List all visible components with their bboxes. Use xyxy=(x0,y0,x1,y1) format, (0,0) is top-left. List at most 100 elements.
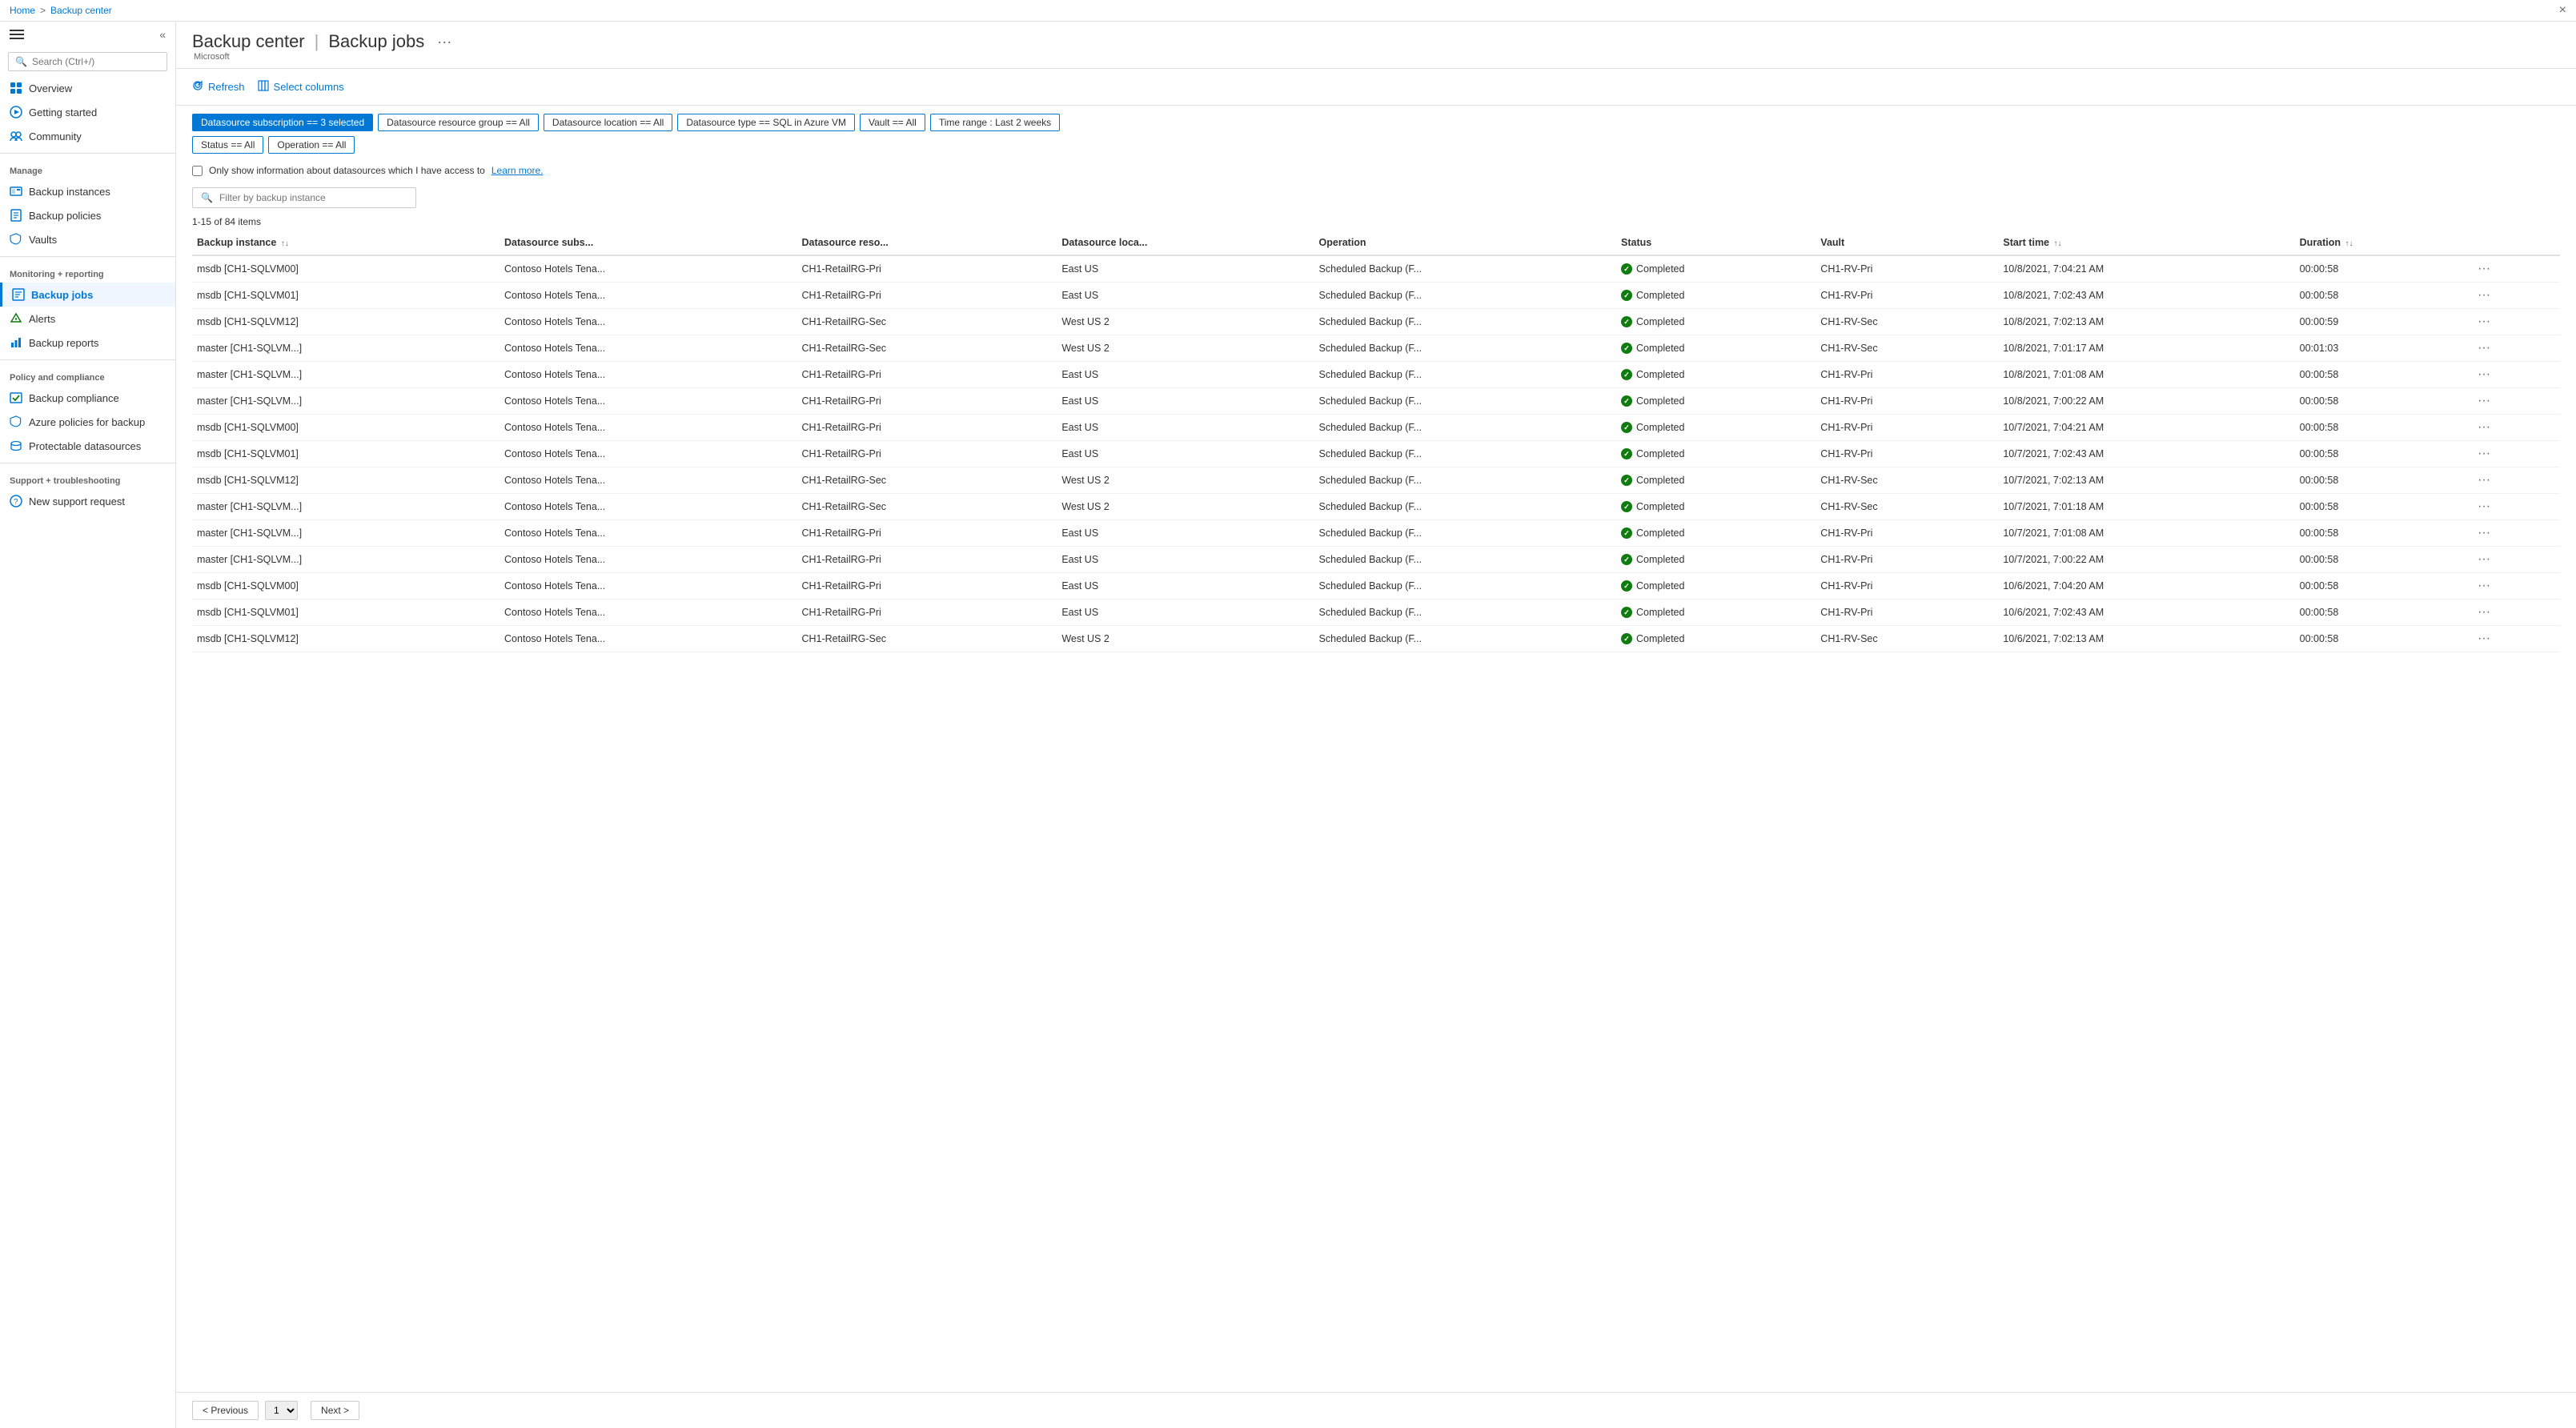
cell-more-12[interactable]: ··· xyxy=(2468,573,2560,600)
sidebar-item-new-support[interactable]: ? New support request xyxy=(0,489,175,513)
cell-operation-2: Scheduled Backup (F... xyxy=(1314,309,1616,335)
page-more-button[interactable]: ··· xyxy=(437,34,451,50)
row-more-options-12[interactable]: ··· xyxy=(2473,577,2495,594)
row-more-options-8[interactable]: ··· xyxy=(2473,471,2495,488)
breadcrumb-home[interactable]: Home xyxy=(10,5,35,16)
status-dot-13 xyxy=(1621,607,1632,618)
cell-operation-12: Scheduled Backup (F... xyxy=(1314,573,1616,600)
row-more-options-5[interactable]: ··· xyxy=(2473,392,2495,409)
row-more-options-14[interactable]: ··· xyxy=(2473,630,2495,647)
close-button[interactable]: × xyxy=(2559,3,2566,18)
collapse-sidebar-button[interactable]: « xyxy=(159,28,166,41)
filter-tag-4[interactable]: Vault == All xyxy=(860,114,925,131)
status-label-14: Completed xyxy=(1636,633,1684,644)
col-header-operation[interactable]: Operation xyxy=(1314,231,1616,255)
row-more-options-2[interactable]: ··· xyxy=(2473,313,2495,330)
breadcrumb-current[interactable]: Backup center xyxy=(50,5,112,16)
overview-icon xyxy=(10,82,22,94)
row-more-options-6[interactable]: ··· xyxy=(2473,419,2495,435)
cell-more-4[interactable]: ··· xyxy=(2468,362,2560,388)
cell-instance-2: msdb [CH1-SQLVM12] xyxy=(192,309,500,335)
sidebar-header: « xyxy=(0,22,175,47)
sidebar-item-backup-policies[interactable]: Backup policies xyxy=(0,203,175,227)
cell-subs-0: Contoso Hotels Tena... xyxy=(500,255,796,283)
row-more-options-13[interactable]: ··· xyxy=(2473,604,2495,620)
filter-tag-2[interactable]: Datasource location == All xyxy=(544,114,672,131)
cell-subs-11: Contoso Hotels Tena... xyxy=(500,547,796,573)
cell-duration-12: 00:00:58 xyxy=(2295,573,2468,600)
sidebar-item-overview[interactable]: Overview xyxy=(0,76,175,100)
cell-more-5[interactable]: ··· xyxy=(2468,388,2560,415)
cell-more-6[interactable]: ··· xyxy=(2468,415,2560,441)
cell-more-1[interactable]: ··· xyxy=(2468,283,2560,309)
status-dot-3 xyxy=(1621,343,1632,354)
cell-location-12: East US xyxy=(1057,573,1314,600)
sidebar-item-getting-started[interactable]: Getting started xyxy=(0,100,175,124)
row-more-options-11[interactable]: ··· xyxy=(2473,551,2495,568)
filter-tag-1[interactable]: Datasource resource group == All xyxy=(378,114,539,131)
hamburger-icon[interactable] xyxy=(10,30,24,39)
cell-more-0[interactable]: ··· xyxy=(2468,255,2560,283)
cell-location-9: West US 2 xyxy=(1057,494,1314,520)
refresh-button[interactable]: Refresh xyxy=(192,77,245,97)
select-columns-button[interactable]: Select columns xyxy=(258,77,344,97)
learn-more-link[interactable]: Learn more. xyxy=(492,165,544,176)
filter-tag-7[interactable]: Operation == All xyxy=(268,136,355,154)
col-label-duration: Duration xyxy=(2300,237,2341,248)
sidebar-item-azure-policies[interactable]: Azure policies for backup xyxy=(0,410,175,434)
col-header-subs[interactable]: Datasource subs... xyxy=(500,231,796,255)
cell-operation-9: Scheduled Backup (F... xyxy=(1314,494,1616,520)
row-more-options-1[interactable]: ··· xyxy=(2473,287,2495,303)
page-select[interactable]: 1 2 3 4 5 6 xyxy=(265,1401,298,1420)
sidebar-item-backup-reports[interactable]: Backup reports xyxy=(0,331,175,355)
row-more-options-0[interactable]: ··· xyxy=(2473,260,2495,277)
row-more-options-4[interactable]: ··· xyxy=(2473,366,2495,383)
row-more-options-10[interactable]: ··· xyxy=(2473,524,2495,541)
cell-vault-11: CH1-RV-Pri xyxy=(1816,547,1998,573)
col-header-start-time[interactable]: Start time ↑↓ xyxy=(1998,231,2294,255)
cell-duration-7: 00:00:58 xyxy=(2295,441,2468,467)
col-header-location[interactable]: Datasource loca... xyxy=(1057,231,1314,255)
cell-more-7[interactable]: ··· xyxy=(2468,441,2560,467)
cell-more-2[interactable]: ··· xyxy=(2468,309,2560,335)
cell-start-time-10: 10/7/2021, 7:01:08 AM xyxy=(1998,520,2294,547)
next-page-button[interactable]: Next > xyxy=(311,1401,359,1420)
row-more-options-9[interactable]: ··· xyxy=(2473,498,2495,515)
cell-more-11[interactable]: ··· xyxy=(2468,547,2560,573)
cell-more-8[interactable]: ··· xyxy=(2468,467,2560,494)
sidebar-search-box[interactable]: 🔍 xyxy=(8,52,167,71)
sidebar-item-backup-compliance[interactable]: Backup compliance xyxy=(0,386,175,410)
sidebar-item-backup-jobs[interactable]: Backup jobs xyxy=(0,283,175,307)
col-header-status[interactable]: Status xyxy=(1616,231,1816,255)
sidebar-item-community[interactable]: Community xyxy=(0,124,175,148)
cell-more-13[interactable]: ··· xyxy=(2468,600,2560,626)
cell-operation-8: Scheduled Backup (F... xyxy=(1314,467,1616,494)
cell-instance-8: msdb [CH1-SQLVM12] xyxy=(192,467,500,494)
filter-tag-6[interactable]: Status == All xyxy=(192,136,263,154)
col-header-instance[interactable]: Backup instance ↑↓ xyxy=(192,231,500,255)
filter-tag-3[interactable]: Datasource type == SQL in Azure VM xyxy=(677,114,855,131)
filter-tag-5[interactable]: Time range : Last 2 weeks xyxy=(930,114,1060,131)
cell-more-14[interactable]: ··· xyxy=(2468,626,2560,652)
col-header-duration[interactable]: Duration ↑↓ xyxy=(2295,231,2468,255)
cell-more-9[interactable]: ··· xyxy=(2468,494,2560,520)
col-header-rg[interactable]: Datasource reso... xyxy=(796,231,1057,255)
sidebar-item-vaults[interactable]: Vaults xyxy=(0,227,175,251)
search-input[interactable] xyxy=(32,56,160,67)
cell-duration-2: 00:00:59 xyxy=(2295,309,2468,335)
prev-page-button[interactable]: < Previous xyxy=(192,1401,259,1420)
backup-policies-icon xyxy=(10,209,22,222)
row-more-options-3[interactable]: ··· xyxy=(2473,339,2495,356)
sidebar-item-alerts[interactable]: Alerts xyxy=(0,307,175,331)
filter-by-instance-input[interactable] xyxy=(219,192,407,203)
cell-more-3[interactable]: ··· xyxy=(2468,335,2560,362)
col-header-vault[interactable]: Vault xyxy=(1816,231,1998,255)
status-label-0: Completed xyxy=(1636,263,1684,275)
sidebar-item-backup-instances[interactable]: Backup instances xyxy=(0,179,175,203)
row-more-options-7[interactable]: ··· xyxy=(2473,445,2495,462)
access-checkbox[interactable] xyxy=(192,166,203,176)
sidebar-item-protectable-datasources[interactable]: Protectable datasources xyxy=(0,434,175,458)
cell-instance-12: msdb [CH1-SQLVM00] xyxy=(192,573,500,600)
cell-more-10[interactable]: ··· xyxy=(2468,520,2560,547)
filter-tag-0[interactable]: Datasource subscription == 3 selected xyxy=(192,114,373,131)
